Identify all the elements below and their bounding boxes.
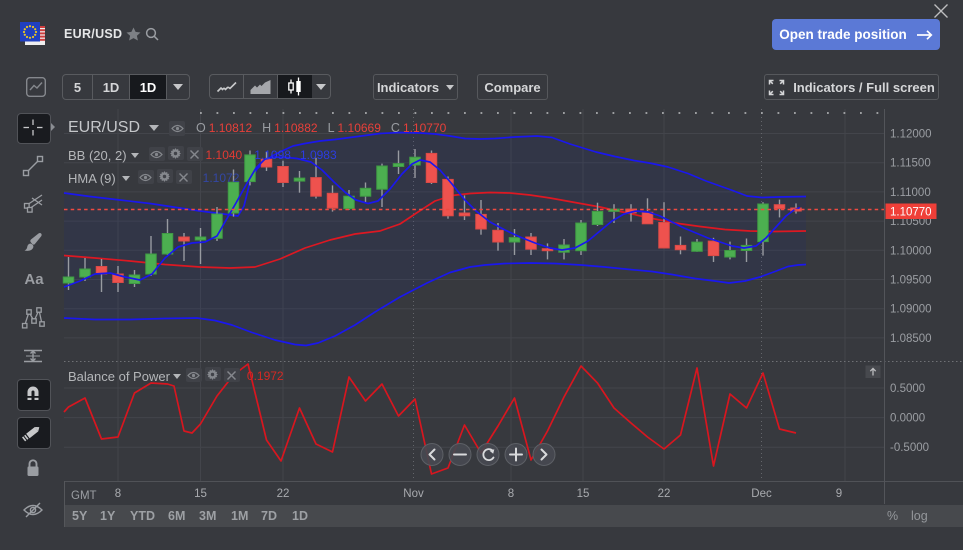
svg-text:8: 8 (508, 488, 514, 500)
svg-text:Nov: Nov (403, 488, 424, 500)
svg-text:1.10000: 1.10000 (890, 245, 932, 257)
svg-text:1.12000: 1.12000 (890, 129, 932, 141)
svg-text:1.09500: 1.09500 (890, 275, 932, 287)
svg-text:GMT: GMT (71, 490, 97, 502)
svg-text:1.11500: 1.11500 (890, 158, 931, 170)
svg-text:15: 15 (577, 488, 590, 500)
svg-text:1.10770: 1.10770 (890, 207, 932, 219)
svg-text:9: 9 (836, 488, 842, 500)
svg-text:1.09000: 1.09000 (890, 304, 932, 316)
svg-text:-0.5000: -0.5000 (890, 442, 929, 454)
svg-text:22: 22 (277, 488, 290, 500)
svg-text:0.5000: 0.5000 (890, 383, 925, 395)
svg-text:22: 22 (658, 488, 671, 500)
svg-text:0.0000: 0.0000 (890, 413, 925, 425)
svg-text:1.08500: 1.08500 (890, 333, 932, 345)
svg-text:1.11000: 1.11000 (890, 187, 931, 199)
svg-text:15: 15 (194, 488, 207, 500)
svg-text:8: 8 (115, 488, 121, 500)
svg-text:Dec: Dec (751, 488, 772, 500)
